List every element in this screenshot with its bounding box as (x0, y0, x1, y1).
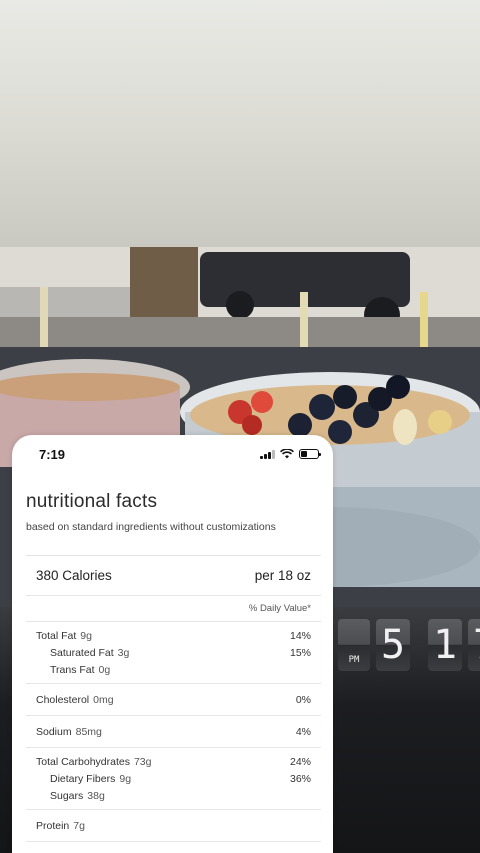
clock-hour: 5 (376, 619, 410, 671)
nutrient-name: Cholesterol 0mg (36, 694, 114, 706)
nutrient-name: Protein 7g (36, 820, 85, 832)
background-gradient (0, 0, 480, 247)
nutrient-group: Protein 7g (26, 810, 321, 842)
nutrient-amount: 85mg (75, 725, 102, 738)
nutrient-name: Trans Fat 0g (50, 664, 110, 676)
battery-icon (299, 449, 321, 459)
nutrient-row: Trans Fat 0g (26, 661, 321, 678)
nutrient-label: Sugars (50, 789, 84, 802)
nutrient-label: Saturated Fat (50, 646, 114, 659)
nutrient-row: Total Carbohydrates 73g 24% (26, 753, 321, 770)
nutrient-row: Sugars 38g (26, 787, 321, 804)
nutrient-daily-pct: 4% (295, 725, 311, 738)
page-subtitle: based on standard ingredients without cu… (26, 521, 276, 533)
wifi-icon (280, 449, 294, 459)
nutrient-amount: 0mg (93, 693, 114, 706)
daily-value-label: % Daily Value* (248, 603, 311, 614)
nutrient-group: Potassium810mg23% (26, 842, 321, 853)
flip-clock: PM 5 1 7 (338, 619, 480, 671)
nutrient-row: Potassium810mg23% (26, 847, 321, 853)
nutrient-label: Sodium (36, 725, 72, 738)
nutrient-name: Total Carbohydrates 73g (36, 756, 152, 768)
nutrient-row: Saturated Fat 3g 15% (26, 644, 321, 661)
nutrient-label: Protein (36, 819, 70, 832)
nutrient-row: Protein 7g (26, 815, 321, 836)
serving-size: per 18 oz (254, 568, 311, 583)
nutrient-amount: 7g (73, 819, 85, 832)
clock-minute-tens: 1 (428, 619, 462, 671)
nutrition-panel: 380 Calories per 18 oz % Daily Value* To… (26, 555, 321, 853)
nutrient-name: Sodium 85mg (36, 726, 102, 738)
nutrient-label: Dietary Fibers (50, 772, 116, 785)
phone-screenshot-card: 7:19 nutritional facts based on standard… (12, 435, 333, 853)
nutrient-daily-pct: 14% (289, 629, 311, 642)
nutrient-name: Saturated Fat 3g (50, 647, 129, 659)
clock-ampm: PM (338, 619, 370, 671)
nutrient-row: Cholesterol 0mg 0% (26, 689, 321, 710)
nutrient-daily-pct: 15% (289, 646, 311, 659)
nutrient-label: Cholesterol (36, 693, 90, 706)
status-time: 7:19 (39, 447, 66, 462)
daily-value-header: % Daily Value* (26, 596, 321, 622)
nutrient-amount: 9g (119, 772, 132, 785)
nutrient-row: Total Fat 9g 14% (26, 627, 321, 644)
nutrient-name: Total Fat 9g (36, 630, 92, 642)
nutrient-amount: 73g (133, 755, 152, 768)
nutrient-label: Total Fat (36, 629, 77, 642)
nutrient-amount: 38g (87, 789, 105, 802)
nutrient-amount: 9g (80, 629, 92, 642)
nutrient-daily-pct: 0% (295, 693, 311, 706)
calories-row: 380 Calories per 18 oz (26, 556, 321, 596)
nutrient-group: Sodium 85mg 4% (26, 716, 321, 748)
signal-icon (260, 449, 275, 459)
page-title: nutritional facts (26, 491, 158, 512)
nutrient-group: Cholesterol 0mg 0% (26, 684, 321, 716)
status-bar: 7:19 (12, 435, 333, 475)
nutrient-group: Total Carbohydrates 73g 24% Dietary Fibers 9… (26, 748, 321, 810)
nutrient-group: Total Fat 9g 14% Saturated Fat 3g 15% Trans Fa… (26, 622, 321, 684)
nutrient-name: Dietary Fibers 9g (50, 773, 131, 785)
nutrient-daily-pct: 24% (289, 755, 311, 768)
nutrient-amount: 0g (98, 663, 111, 676)
nutrient-row: Dietary Fibers 9g 36% (26, 770, 321, 787)
nutrient-label: Total Carbohydrates (36, 755, 130, 768)
status-icons (260, 449, 321, 459)
nutrient-label: Trans Fat (50, 663, 95, 676)
calories-value: 380 Calories (36, 568, 112, 583)
nutrient-daily-pct: 36% (289, 772, 311, 785)
nutrient-name: Sugars 38g (50, 790, 105, 802)
nutrient-row: Sodium 85mg 4% (26, 721, 321, 742)
nutrient-amount: 3g (117, 646, 130, 659)
clock-minute-ones: 7 (468, 619, 480, 671)
